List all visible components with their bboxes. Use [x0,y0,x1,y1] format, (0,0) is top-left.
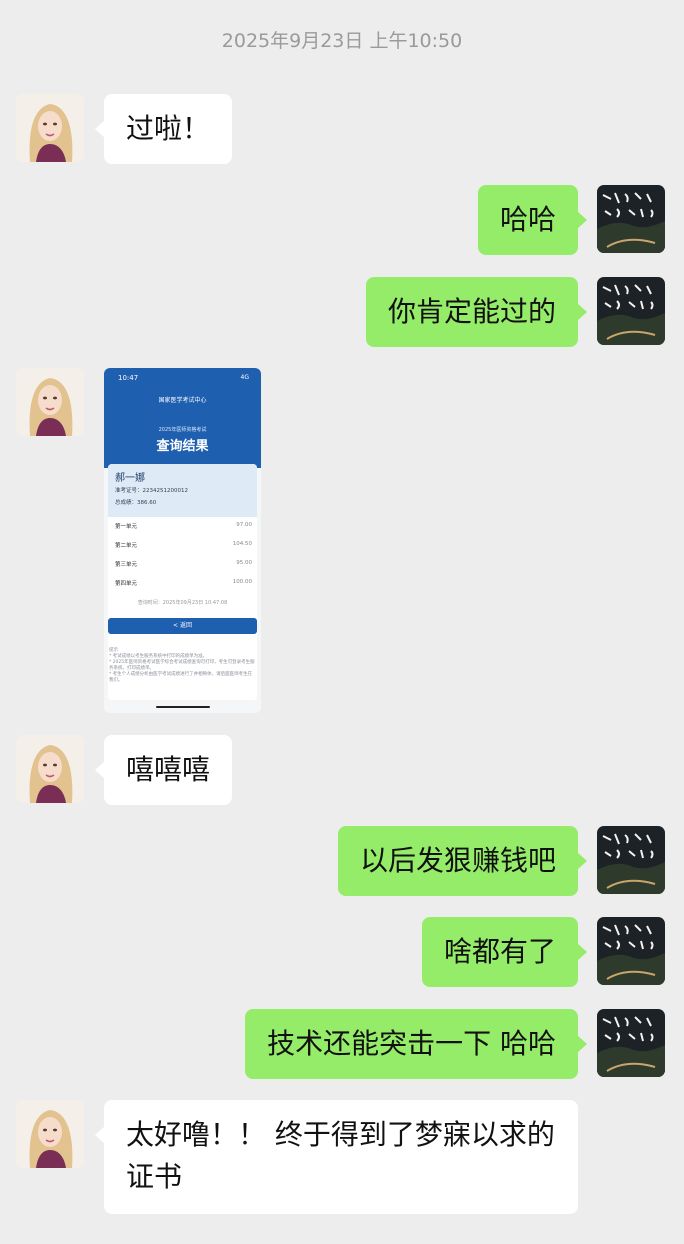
chat-timestamp: 2025年9月23日 上午10:50 [221,30,463,52]
screenshot-unit-row: 第二单元 104.50 [115,541,252,549]
message-bubble-outgoing[interactable]: 哈哈 [477,185,588,255]
message-bubble-outgoing[interactable]: 技术还能突击一下 哈哈 [245,1009,587,1079]
my-avatar[interactable] [597,185,665,253]
contact-avatar[interactable] [16,1100,84,1168]
screenshot-unit-row: 第一单元 97.00 [115,522,252,530]
my-avatar[interactable] [597,826,665,894]
image-message-exam-result[interactable]: 10:47 4G 国家医学考试中心 2025年医师资格考试 查询结果 郝一娜 准… [104,368,261,713]
woman-portrait-icon [16,94,84,162]
message-bubble-incoming[interactable]: 太好噜！！ 终于得到了梦寐以求的证书 [95,1100,578,1214]
contact-avatar[interactable] [16,368,84,436]
contact-avatar[interactable] [16,94,84,162]
message-bubble-outgoing[interactable]: 以后发狠赚钱吧 [337,826,588,896]
screenshot-tips: 提示 * 考试成绩以考生服务系统中打印的成绩单为准。 * 2025年医师资格考试… [109,648,255,683]
screenshot-status-network: 4G [240,374,249,381]
calligraphy-landscape-icon [597,185,665,253]
woman-portrait-icon [16,1100,84,1168]
calligraphy-landscape-icon [597,1009,665,1077]
message-bubble-incoming[interactable]: 过啦！ [94,94,233,164]
calligraphy-landscape-icon [597,826,665,894]
screenshot-back-button: < 返回 [108,618,257,634]
message-bubble-outgoing[interactable]: 啥都有了 [421,917,588,987]
screenshot-nav-title: 国家医学考试中心 [158,397,207,404]
contact-avatar[interactable] [16,735,84,803]
screenshot-unit-row: 第三单元 95.00 [115,560,252,568]
message-bubble-outgoing[interactable]: 你肯定能过的 [365,277,588,347]
my-avatar[interactable] [597,1009,665,1077]
screenshot-unit-row: 第四单元 100.00 [115,579,252,587]
woman-portrait-icon [16,735,84,803]
screenshot-status-time: 10:47 [118,374,139,382]
my-avatar[interactable] [597,277,665,345]
woman-portrait-icon [16,368,84,436]
screenshot-total: 总成绩：386.60 [115,500,157,506]
screenshot-ticket: 准考证号：2234251200012 [115,488,189,494]
calligraphy-landscape-icon [597,277,665,345]
screenshot-heading: 查询结果 [156,439,209,454]
screenshot-query-time: 查询时间：2025年09月23日 10:47:08 [137,600,228,606]
screenshot-name: 郝一娜 [115,473,145,484]
message-bubble-incoming[interactable]: 嘻嘻嘻 [94,735,233,805]
my-avatar[interactable] [597,917,665,985]
calligraphy-landscape-icon [597,917,665,985]
screenshot-home-indicator [156,706,210,708]
screenshot-subtitle: 2025年医师资格考试 [158,427,207,433]
